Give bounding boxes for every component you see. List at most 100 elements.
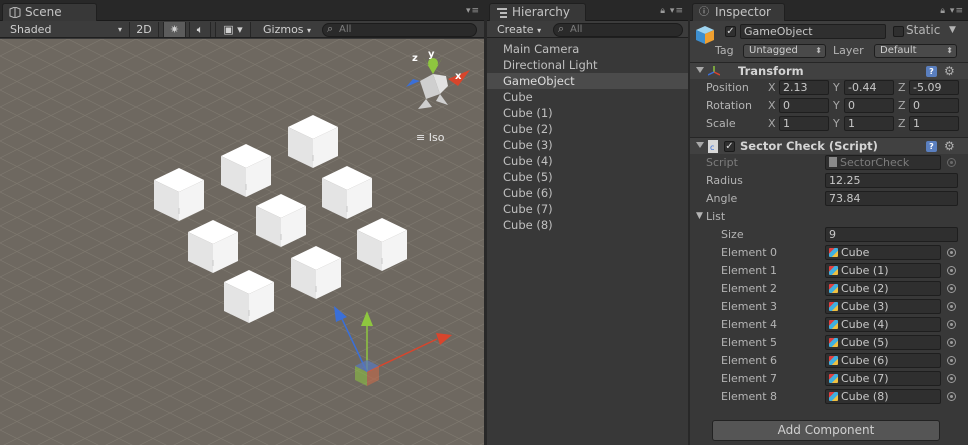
position-y-field[interactable]: -0.44 bbox=[844, 80, 894, 95]
element-object-field[interactable]: Cube (4) bbox=[825, 317, 941, 332]
inspector-tabbar: ⓘ Inspector 🔒︎ ▾≡ bbox=[690, 0, 968, 21]
tab-scene[interactable]: Scene bbox=[2, 3, 97, 21]
component-enabled-checkbox[interactable]: ✓ bbox=[724, 141, 735, 152]
object-picker-icon[interactable] bbox=[947, 338, 956, 347]
hierarchy-item[interactable]: Cube bbox=[487, 89, 688, 105]
object-picker-icon[interactable] bbox=[947, 248, 956, 257]
element-object-field[interactable]: Cube (3) bbox=[825, 299, 941, 314]
script-field: SectorCheck bbox=[825, 155, 941, 170]
add-component-button[interactable]: Add Component bbox=[712, 420, 940, 441]
script-label: Script bbox=[706, 156, 738, 169]
scale-label: Scale bbox=[706, 117, 736, 130]
size-field[interactable]: 9 bbox=[825, 227, 958, 242]
hierarchy-item[interactable]: Cube (5) bbox=[487, 169, 688, 185]
object-picker-icon[interactable] bbox=[947, 284, 956, 293]
hierarchy-item[interactable]: Cube (2) bbox=[487, 121, 688, 137]
cube-icon bbox=[829, 302, 838, 311]
foldout-arrow-icon[interactable] bbox=[696, 142, 704, 148]
active-checkbox[interactable]: ✓ bbox=[725, 26, 736, 37]
radius-field[interactable]: 12.25 bbox=[825, 173, 958, 188]
element-object-field[interactable]: Cube (8) bbox=[825, 389, 941, 404]
audio-toggle-button[interactable]: 🔈︎ bbox=[189, 22, 211, 37]
position-x-field[interactable]: 2.13 bbox=[779, 80, 829, 95]
object-picker-icon[interactable] bbox=[947, 302, 956, 311]
hierarchy-item[interactable]: Cube (1) bbox=[487, 105, 688, 121]
sectorcheck-component-header[interactable]: c ✓ Sector Check (Script) ? ⚙︎ bbox=[690, 137, 968, 154]
lighting-toggle-button[interactable]: ✷ bbox=[163, 22, 186, 37]
hierarchy-item[interactable]: Directional Light bbox=[487, 57, 688, 73]
hierarchy-item[interactable]: Cube (3) bbox=[487, 137, 688, 153]
effects-dropdown[interactable]: ▣ ▾ bbox=[215, 22, 251, 37]
position-x-axis-label[interactable]: X bbox=[768, 80, 776, 95]
create-dropdown[interactable]: Create ▾ bbox=[497, 22, 547, 37]
scale-z-field[interactable]: 1 bbox=[909, 116, 959, 131]
object-picker-icon[interactable] bbox=[947, 266, 956, 275]
gizmos-dropdown[interactable]: Gizmos ▾ bbox=[263, 22, 313, 37]
element-object-field[interactable]: Cube bbox=[825, 245, 941, 260]
element-object-field[interactable]: Cube (1) bbox=[825, 263, 941, 278]
object-picker-icon[interactable] bbox=[947, 356, 956, 365]
hamburger-icon: ≡ bbox=[416, 131, 426, 144]
scale-z-axis-label[interactable]: Z bbox=[898, 116, 906, 131]
rotation-x-axis-label[interactable]: X bbox=[768, 98, 776, 113]
tab-inspector[interactable]: ⓘ Inspector bbox=[692, 3, 785, 21]
lock-icon[interactable]: 🔒︎ ▾≡ bbox=[940, 6, 964, 16]
hierarchy-item[interactable]: Main Camera bbox=[487, 41, 688, 57]
static-dropdown-icon[interactable]: ▼ bbox=[949, 23, 956, 38]
hierarchy-search-input[interactable]: All bbox=[553, 23, 683, 37]
element-object-field[interactable]: Cube (7) bbox=[825, 371, 941, 386]
rotation-label: Rotation bbox=[706, 99, 753, 112]
rotation-z-field[interactable]: 0 bbox=[909, 98, 959, 113]
object-picker-icon[interactable] bbox=[947, 392, 956, 401]
toggle-2d-button[interactable]: 2D bbox=[129, 22, 159, 37]
position-z-axis-label[interactable]: Z bbox=[898, 80, 906, 95]
cube-icon bbox=[829, 284, 838, 293]
shading-mode-dropdown[interactable]: Shaded ▾ bbox=[10, 22, 122, 37]
scene-search-input[interactable]: All bbox=[322, 23, 477, 37]
angle-field[interactable]: 73.84 bbox=[825, 191, 958, 206]
foldout-arrow-icon[interactable] bbox=[696, 67, 704, 73]
help-icon[interactable]: ? bbox=[926, 141, 937, 152]
element-value: Cube (2) bbox=[841, 282, 889, 295]
hierarchy-item[interactable]: Cube (8) bbox=[487, 217, 688, 233]
gear-icon[interactable]: ⚙︎ bbox=[944, 139, 955, 153]
scene-tabbar: Scene ▾≡ bbox=[0, 0, 484, 21]
object-name-field[interactable]: GameObject bbox=[740, 24, 886, 39]
lock-icon[interactable]: 🔒︎ ▾≡ bbox=[660, 6, 684, 16]
static-checkbox[interactable] bbox=[893, 26, 904, 37]
object-picker-icon[interactable] bbox=[947, 374, 956, 383]
gizmo-x-label: x bbox=[455, 71, 462, 82]
gear-icon[interactable]: ⚙︎ bbox=[944, 64, 955, 78]
element-object-field[interactable]: Cube (5) bbox=[825, 335, 941, 350]
hierarchy-item[interactable]: Cube (7) bbox=[487, 201, 688, 217]
chevron-down-icon: ▾ bbox=[537, 26, 542, 35]
scale-y-field[interactable]: 1 bbox=[844, 116, 894, 131]
scale-y-axis-label[interactable]: Y bbox=[833, 116, 840, 131]
hierarchy-item[interactable]: Cube (6) bbox=[487, 185, 688, 201]
element-object-field[interactable]: Cube (6) bbox=[825, 353, 941, 368]
transform-title: Transform bbox=[738, 64, 804, 78]
hierarchy-item[interactable]: Cube (4) bbox=[487, 153, 688, 169]
hierarchy-icon bbox=[497, 8, 507, 18]
rotation-x-field[interactable]: 0 bbox=[779, 98, 829, 113]
rotation-y-axis-label[interactable]: Y bbox=[833, 98, 840, 113]
panel-menu-icon[interactable]: ▾≡ bbox=[466, 6, 480, 16]
tag-dropdown[interactable]: Untagged bbox=[743, 44, 826, 58]
scene-viewport[interactable]: z y x ≡ Iso bbox=[0, 39, 484, 445]
scene-canvas[interactable]: z y x bbox=[0, 39, 484, 445]
rotation-y-field[interactable]: 0 bbox=[844, 98, 894, 113]
scale-x-field[interactable]: 1 bbox=[779, 116, 829, 131]
element-object-field[interactable]: Cube (2) bbox=[825, 281, 941, 296]
hierarchy-item[interactable]: GameObject bbox=[487, 73, 688, 89]
tab-hierarchy[interactable]: Hierarchy bbox=[489, 3, 586, 21]
scale-x-axis-label[interactable]: X bbox=[768, 116, 776, 131]
list-foldout-icon[interactable]: ▼ bbox=[696, 209, 703, 224]
rotation-z-axis-label[interactable]: Z bbox=[898, 98, 906, 113]
transform-component-header[interactable]: Transform ? ⚙︎ bbox=[690, 62, 968, 79]
layer-dropdown[interactable]: Default bbox=[874, 44, 957, 58]
position-y-axis-label[interactable]: Y bbox=[833, 80, 840, 95]
object-picker-icon[interactable] bbox=[947, 320, 956, 329]
projection-toggle[interactable]: ≡ Iso bbox=[416, 131, 444, 144]
help-icon[interactable]: ? bbox=[926, 66, 937, 77]
position-z-field[interactable]: -5.09 bbox=[909, 80, 959, 95]
